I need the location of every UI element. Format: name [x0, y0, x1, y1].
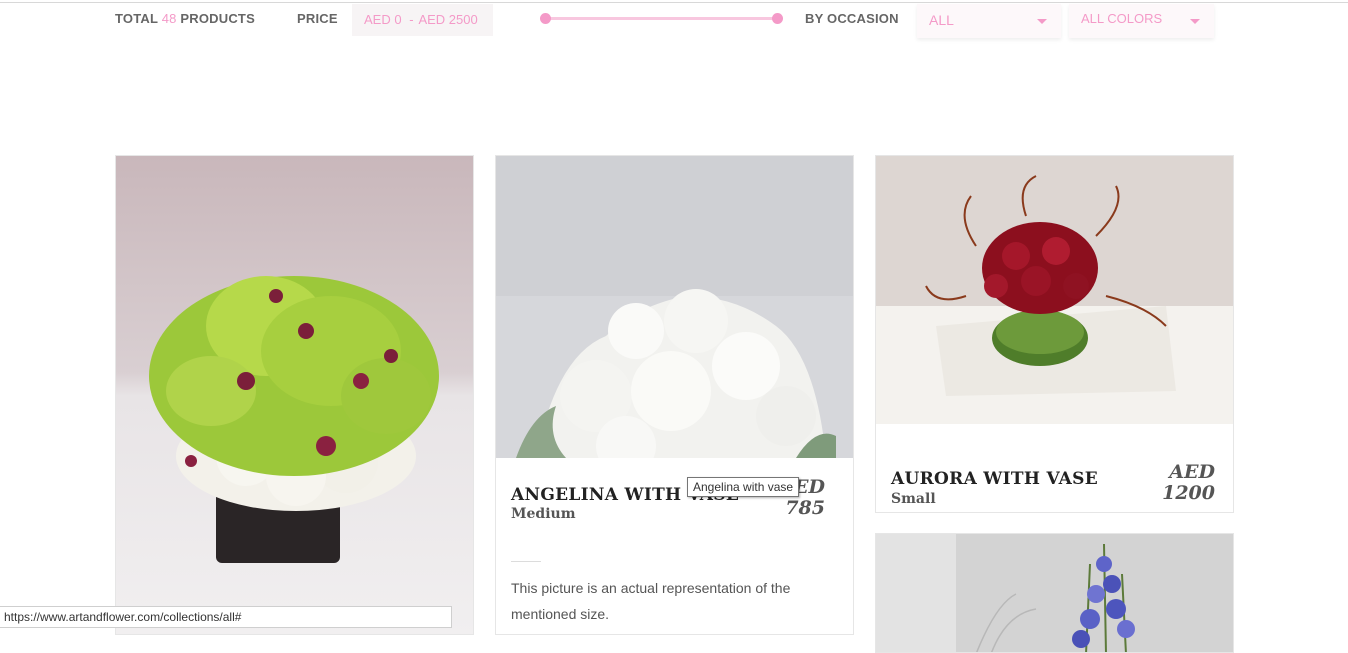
product-name[interactable]: AURORA WITH VASE	[891, 469, 1098, 489]
chevron-down-icon	[1037, 19, 1047, 24]
price-range-display: AED 0 - AED 2500	[352, 4, 493, 36]
price-label: PRICE	[297, 11, 338, 26]
price-max: AED 2500	[418, 12, 478, 27]
product-image[interactable]	[876, 534, 1233, 652]
product-size: Medium	[511, 506, 576, 522]
product-card[interactable]: ANGELINA WITH VASE Medium AED 785 This p…	[495, 155, 854, 635]
total-prefix: TOTAL	[115, 11, 158, 26]
total-products-label: TOTAL 48 PRODUCTS	[115, 11, 255, 26]
product-card[interactable]: AURORA WITH VASE Small AED 1200	[875, 155, 1234, 513]
status-bar-url: https://www.artandflower.com/collections…	[0, 606, 452, 628]
price-min: AED 0	[364, 12, 402, 27]
top-border	[0, 2, 1348, 3]
product-card[interactable]	[875, 533, 1234, 653]
price-value: 1200	[1162, 482, 1215, 504]
price-slider[interactable]	[540, 12, 784, 26]
color-value: ALL COLORS	[1081, 11, 1163, 26]
product-size: Small	[891, 491, 936, 507]
price-value: 785	[785, 497, 825, 519]
price-slider-min-handle[interactable]	[540, 13, 551, 24]
total-count: 48	[161, 11, 177, 26]
price-separator: -	[409, 12, 414, 27]
product-description: This picture is an actual representation…	[511, 580, 791, 622]
occasion-label: BY OCCASION	[805, 11, 899, 26]
chevron-down-icon	[1190, 19, 1200, 24]
product-image[interactable]	[496, 156, 853, 458]
color-select[interactable]: ALL COLORS	[1069, 4, 1214, 38]
total-suffix: PRODUCTS	[180, 11, 255, 26]
product-card[interactable]	[115, 155, 474, 635]
divider	[511, 561, 541, 562]
product-price: AED 1200	[1162, 462, 1215, 504]
price-slider-max-handle[interactable]	[772, 13, 783, 24]
tooltip: Angelina with vase	[687, 477, 800, 497]
occasion-value: ALL	[929, 12, 954, 28]
occasion-select[interactable]: ALL	[917, 4, 1061, 38]
price-slider-track	[544, 17, 780, 20]
product-image[interactable]	[876, 156, 1233, 424]
price-currency: AED	[1169, 461, 1215, 483]
product-image[interactable]	[116, 156, 473, 634]
